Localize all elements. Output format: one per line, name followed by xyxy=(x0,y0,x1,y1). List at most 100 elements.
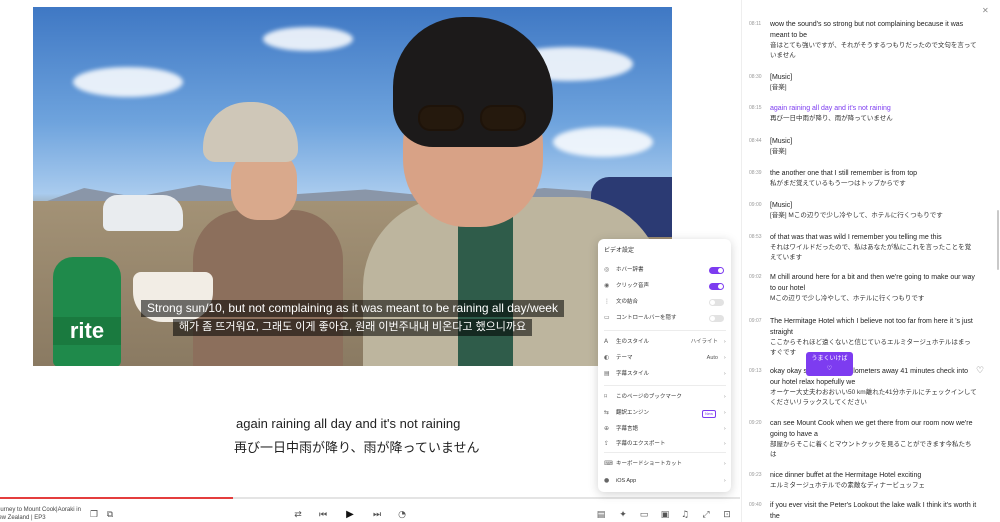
settings-row-label: 字幕スタイル xyxy=(616,371,650,377)
save-icon[interactable]: ⧉ xyxy=(104,509,116,521)
speed-icon[interactable]: ◔ xyxy=(396,509,408,521)
transcript-english[interactable]: The Hermitage Hotel which I believe not … xyxy=(770,316,977,338)
timestamp[interactable]: 08:44 xyxy=(749,138,762,144)
transcript-english[interactable]: M chill around here for a bit and then w… xyxy=(770,272,977,294)
settings-row-0[interactable]: ◎ ホバー辞書 xyxy=(604,264,726,276)
timestamp[interactable]: 08:39 xyxy=(749,170,762,176)
transcript-japanese[interactable]: [音楽] xyxy=(770,147,977,157)
transcript-english[interactable]: if you ever visit the Peter's Lookout th… xyxy=(770,500,977,522)
transcript-english[interactable]: [Music] xyxy=(770,136,977,147)
settings-row-11[interactable]: ⌨ キーボードショートカット › xyxy=(604,458,726,470)
cloud xyxy=(73,67,183,97)
transcript-panel: ✕ 08:11 wow the sound's so strong but not… xyxy=(741,0,1000,522)
previous-icon[interactable]: ⏮ xyxy=(317,509,329,521)
transcript-japanese[interactable]: Mこの辺りで少し冷やして、ホテルに行くつもりです xyxy=(770,294,977,304)
transcript-english[interactable]: wow the sound's so strong but not compla… xyxy=(770,19,977,41)
settings-row-label: キーボードショートカット xyxy=(616,461,683,467)
settings-row-1[interactable]: ◉ クリック音声 xyxy=(604,280,726,292)
progress-fill xyxy=(0,497,234,499)
toggle-switch[interactable] xyxy=(709,299,724,306)
divider xyxy=(604,330,726,331)
headphones-icon[interactable]: ♫ xyxy=(679,509,691,521)
chevron-right-icon: › xyxy=(723,426,726,432)
settings-row-7[interactable]: ⌑ このページのブックマーク › xyxy=(604,391,726,403)
timestamp[interactable]: 09:07 xyxy=(749,318,762,324)
chevron-right-icon: › xyxy=(723,355,726,361)
transcript-japanese[interactable]: それはワイルドだったので、私はあなたが私にこれを言ったことを覚えています xyxy=(770,243,977,263)
transcript-japanese[interactable]: 音はとても強いですが、それがそうするつもりだったので文句を言っていません xyxy=(770,41,977,61)
white-car xyxy=(103,195,183,231)
transcript-japanese[interactable]: ここからそれほど遠くないと信じているエルミタージュホテルはまっすぐです xyxy=(770,338,977,358)
settings-row-10[interactable]: ⇪ 字幕のエクスポート › xyxy=(604,438,726,450)
favorite-heart-icon[interactable]: ♡ xyxy=(976,366,984,376)
settings-row-label: テーマ xyxy=(616,355,633,361)
progress-bar[interactable] xyxy=(0,497,740,499)
timestamp[interactable]: 09:20 xyxy=(749,420,762,426)
caption-japanese[interactable]: 再び一日中雨が降り、雨が降っていません xyxy=(234,437,479,456)
keyboard-icon: ⌨ xyxy=(604,460,613,467)
settings-row-label: クリック音声 xyxy=(616,283,650,289)
settings-row-12[interactable]: ● iOS App › xyxy=(604,475,726,487)
settings-row-9[interactable]: ⊕ 字幕言語 › xyxy=(604,423,726,435)
transcript-japanese[interactable]: オーケー大丈夫わおおいい50 km離れた41分ホテルにチェックインしてくださいリ… xyxy=(770,388,977,408)
chevron-right-icon: › xyxy=(723,371,726,377)
theater-icon[interactable]: ⊡ xyxy=(721,509,733,521)
toggle-switch[interactable] xyxy=(709,315,724,322)
transcript-japanese[interactable]: [音楽] xyxy=(770,83,977,93)
transcript-english[interactable]: [Music] xyxy=(770,200,977,211)
settings-row-4[interactable]: A 生のスタイル ハイライト › xyxy=(604,336,726,348)
next-icon[interactable]: ⏭ xyxy=(371,509,383,521)
video-player[interactable]: rite Strong sun/10, but not complaining … xyxy=(33,7,672,366)
video-subtitle-ko[interactable]: 해가 좀 뜨거워요, 그래도 이게 좋아요, 원래 이번주내내 비온다고 했으니… xyxy=(172,319,533,336)
transcript-english[interactable]: the another one that I still remember is… xyxy=(770,168,977,179)
video-subtitle-en[interactable]: Strong sun/10, but not complaining as it… xyxy=(141,300,564,317)
settings-row-8[interactable]: ⇆ 翻訳エンジン New › xyxy=(604,407,726,419)
transcript-english[interactable]: of that was that was wild I remember you… xyxy=(770,232,977,243)
settings-row-2[interactable]: ⋮ 文の結合 xyxy=(604,296,726,308)
transcript-english[interactable]: [Music] xyxy=(770,72,977,83)
timestamp[interactable]: 08:15 xyxy=(749,105,762,111)
settings-row-label: このページのブックマーク xyxy=(616,394,682,400)
transcript-japanese[interactable]: 私がまだ覚えているもう一つはトップからです xyxy=(770,179,977,189)
chevron-right-icon: › xyxy=(723,410,726,416)
fullscreen-icon[interactable]: ⤢ xyxy=(700,509,712,521)
settings-row-6[interactable]: ▤ 字幕スタイル › xyxy=(604,368,726,380)
timestamp[interactable]: 08:11 xyxy=(749,21,761,27)
transcript-english[interactable]: nice dinner buffet at the Hermitage Hote… xyxy=(770,470,977,481)
transcript-english[interactable]: can see Mount Cook when we get there fro… xyxy=(770,418,977,440)
settings-row-label: 生のスタイル xyxy=(616,339,650,345)
chevron-right-icon: › xyxy=(723,339,726,345)
timestamp[interactable]: 09:00 xyxy=(749,202,762,208)
transcript-japanese[interactable]: [音楽] Mこの辺りで少し冷やして、ホテルに行くつもりです xyxy=(770,211,977,221)
heart-icon[interactable]: ♡ xyxy=(806,364,853,374)
settings-row-3[interactable]: ▭ コントロールバーを隠す xyxy=(604,312,726,324)
settings-row-value: Auto xyxy=(706,355,718,361)
timestamp[interactable]: 08:30 xyxy=(749,74,762,80)
notes-icon[interactable]: ▣ xyxy=(659,509,671,521)
audio-icon: ◉ xyxy=(604,282,610,289)
toggle-switch[interactable] xyxy=(709,283,724,290)
caption-icon[interactable]: ▭ xyxy=(638,509,650,521)
subtitle-icon[interactable]: ▤ xyxy=(595,509,607,521)
timestamp[interactable]: 09:02 xyxy=(749,274,762,280)
transcript-english[interactable]: again raining all day and it's not raini… xyxy=(770,103,977,114)
timestamp[interactable]: 09:40 xyxy=(749,502,762,508)
close-icon[interactable]: ✕ xyxy=(982,6,989,15)
ai-icon[interactable]: ✦ xyxy=(617,509,629,521)
transcript-japanese[interactable]: エルミタージュホテルでの素敵なディナービュッフェ xyxy=(770,481,977,491)
timestamp[interactable]: 08:53 xyxy=(749,234,762,240)
word-tooltip[interactable]: うまくいけば ♡ xyxy=(806,352,853,376)
timestamp[interactable]: 09:13 xyxy=(749,368,762,374)
transcript-scrollbar[interactable] xyxy=(997,210,999,270)
transcript-english[interactable]: okay okay so oh wow 50 kilometers away 4… xyxy=(770,366,977,388)
toggle-switch[interactable] xyxy=(709,267,724,274)
timestamp[interactable]: 09:23 xyxy=(749,472,762,478)
copy-icon[interactable]: ❐ xyxy=(88,509,100,521)
play-icon[interactable]: ▶ xyxy=(344,509,356,521)
transcript-japanese[interactable]: 再び一日中雨が降り、雨が降っていません xyxy=(770,114,977,124)
settings-row-5[interactable]: ◐ テーマ Auto › xyxy=(604,352,726,364)
app-window: rite Strong sun/10, but not complaining … xyxy=(0,0,1000,522)
transcript-japanese[interactable]: 部屋からそこに着くとマウントクックを見ることができます今私たちは xyxy=(770,440,977,460)
repeat-icon[interactable]: ⇄ xyxy=(292,509,304,521)
caption-english[interactable]: again raining all day and it's not raini… xyxy=(236,416,460,431)
